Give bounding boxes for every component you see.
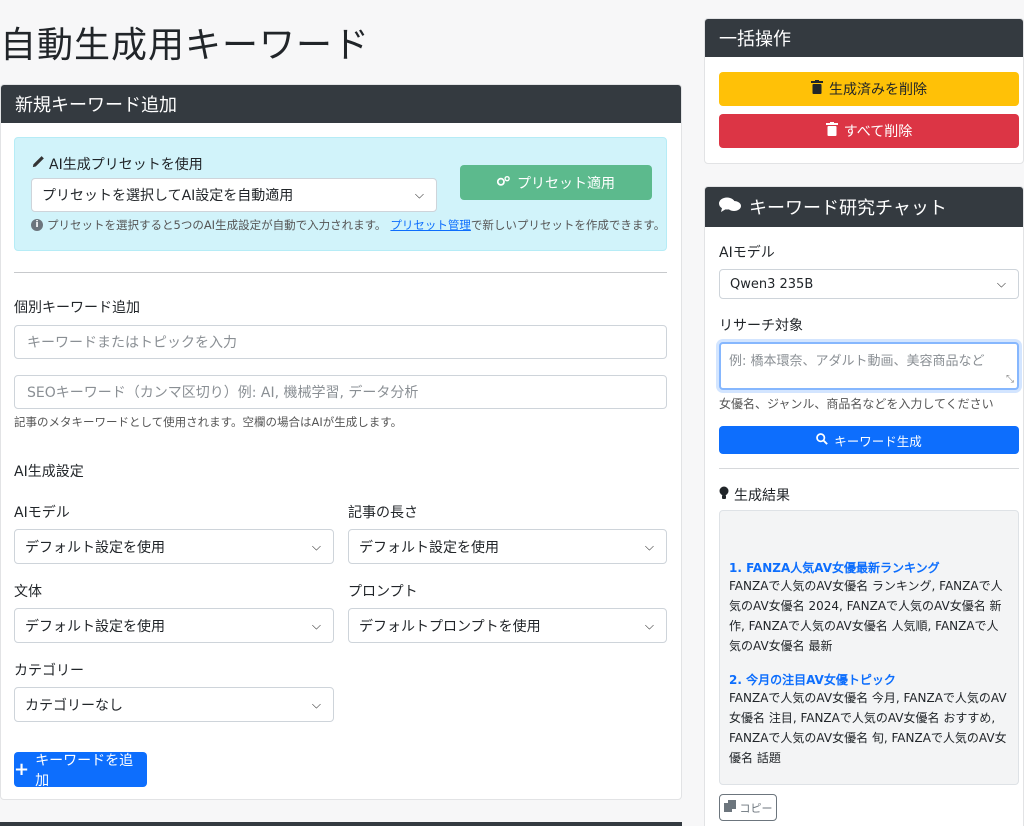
chat-model-label: AIモデル bbox=[719, 245, 775, 261]
copy-label: コピー bbox=[739, 801, 773, 815]
trash-icon bbox=[811, 80, 823, 98]
page-title: 自動生成用キーワード bbox=[0, 25, 371, 66]
preset-apply-button[interactable]: プリセット適用 bbox=[460, 165, 652, 200]
category-label: カテゴリー bbox=[14, 663, 84, 679]
plus-icon: + bbox=[14, 758, 30, 780]
chevron-down-icon: ⌵ bbox=[996, 276, 1006, 291]
new-keyword-card: 新規キーワード追加 AI生成プリセットを使用 プリセットを選択してAI設定を自動… bbox=[0, 84, 682, 800]
article-length-select[interactable]: デフォルト設定を使用 ⌵ bbox=[348, 529, 667, 564]
prompt-select[interactable]: デフォルトプロンプトを使用 ⌵ bbox=[348, 608, 667, 643]
writing-style-select[interactable]: デフォルト設定を使用 ⌵ bbox=[14, 608, 334, 643]
divider bbox=[14, 272, 667, 273]
research-target-textarea[interactable]: 例: 橋本環奈、アダルト動画、美容商品など ⤡ bbox=[719, 342, 1019, 390]
category-select-value: カテゴリーなし bbox=[25, 697, 123, 714]
delete-all-button[interactable]: すべて削除 bbox=[719, 114, 1019, 148]
result-title: 2. 今月の注目AV女優トピック bbox=[729, 673, 896, 687]
copy-icon bbox=[723, 800, 736, 815]
chevron-down-icon: ⌵ bbox=[311, 539, 321, 553]
research-target-help: 女優名、ジャンル、商品名などを入力してください bbox=[719, 397, 994, 411]
add-keyword-button[interactable]: + キーワードを追加 bbox=[14, 752, 147, 789]
divider bbox=[719, 468, 1019, 469]
generate-keywords-button[interactable]: キーワード生成 bbox=[719, 426, 1019, 454]
preset-note-text: プリセットを選択すると5つのAI生成設定が自動で入力されます。 bbox=[47, 218, 387, 232]
search-icon bbox=[816, 432, 829, 448]
chevron-down-icon: ⌵ bbox=[644, 539, 654, 553]
prompt-select-value: デフォルトプロンプトを使用 bbox=[359, 618, 541, 635]
preset-label-text: AI生成プリセットを使用 bbox=[49, 157, 203, 173]
individual-keyword-label: 個別キーワード追加 bbox=[14, 300, 140, 316]
result-item: 1. FANZA人気AV女優最新ランキング FANZAで人気のAV女優名 ランキ… bbox=[729, 559, 1009, 656]
copy-button[interactable]: コピー bbox=[719, 794, 777, 821]
gears-icon bbox=[496, 175, 511, 191]
preset-note: i プリセットを選択すると5つのAI生成設定が自動で入力されます。 プリセット管… bbox=[31, 217, 665, 233]
info-icon: i bbox=[31, 219, 43, 231]
ai-model-label: AIモデル bbox=[14, 505, 70, 521]
preset-apply-label: プリセット適用 bbox=[517, 175, 615, 192]
comments-icon bbox=[719, 197, 741, 218]
chevron-down-icon: ⌵ bbox=[644, 618, 654, 632]
ai-model-select-value: デフォルト設定を使用 bbox=[25, 539, 165, 556]
prompt-label: プロンプト bbox=[348, 584, 418, 600]
writing-style-select-value: デフォルト設定を使用 bbox=[25, 618, 165, 635]
result-item: 2. 今月の注目AV女優トピック FANZAで人気のAV女優名 今月, FANZ… bbox=[729, 671, 1009, 768]
delete-generated-button[interactable]: 生成済みを削除 bbox=[719, 72, 1019, 106]
keyword-input[interactable]: キーワードまたはトピックを入力 bbox=[14, 325, 667, 359]
seo-keyword-input[interactable]: SEOキーワード（カンマ区切り）例: AI, 機械学習, データ分析 bbox=[14, 375, 667, 409]
chevron-down-icon: ⌵ bbox=[414, 187, 424, 202]
chat-header: キーワード研究チャット bbox=[705, 187, 1023, 227]
preset-panel: AI生成プリセットを使用 プリセットを選択してAI設定を自動適用 ⌵ プリセット… bbox=[14, 137, 667, 251]
chat-model-select-value: Qwen3 235B bbox=[730, 276, 814, 292]
results-box: 1. FANZA人気AV女優最新ランキング FANZAで人気のAV女優名 ランキ… bbox=[719, 510, 1019, 785]
generate-keywords-label: キーワード生成 bbox=[834, 433, 922, 449]
bulk-operations-card: 一括操作 生成済みを削除 すべて削除 bbox=[704, 18, 1024, 164]
chevron-down-icon: ⌵ bbox=[311, 697, 321, 711]
lightbulb-icon bbox=[719, 486, 729, 504]
ai-model-select[interactable]: デフォルト設定を使用 ⌵ bbox=[14, 529, 334, 564]
research-target-placeholder: 例: 橋本環奈、アダルト動画、美容商品など bbox=[729, 354, 985, 369]
keyword-research-chat-card: キーワード研究チャット AIモデル Qwen3 235B ⌵ リサーチ対象 例:… bbox=[704, 186, 1024, 826]
writing-style-label: 文体 bbox=[14, 584, 42, 600]
chevron-down-icon: ⌵ bbox=[311, 618, 321, 632]
bulk-operations-header: 一括操作 bbox=[705, 19, 1023, 57]
delete-all-label: すべて削除 bbox=[843, 124, 913, 140]
result-body: FANZAで人気のAV女優名 ランキング, FANZAで人気のAV女優名 202… bbox=[729, 579, 1003, 653]
seo-keyword-help: 記事のメタキーワードとして使用されます。空欄の場合はAIが生成します。 bbox=[14, 415, 403, 429]
category-select[interactable]: カテゴリーなし ⌵ bbox=[14, 687, 334, 722]
results-label: 生成結果 bbox=[719, 485, 790, 505]
ai-settings-heading: AI生成設定 bbox=[14, 464, 84, 480]
result-body: FANZAで人気のAV女優名 今月, FANZAで人気のAV女優名 注目, FA… bbox=[729, 691, 1007, 765]
result-title: 1. FANZA人気AV女優最新ランキング bbox=[729, 561, 940, 575]
results-label-text: 生成結果 bbox=[734, 488, 790, 504]
article-length-label: 記事の長さ bbox=[348, 505, 418, 521]
pencil-icon bbox=[31, 155, 45, 173]
preset-select-value: プリセットを選択してAI設定を自動適用 bbox=[42, 188, 294, 204]
resize-handle-icon[interactable]: ⤡ bbox=[1006, 374, 1014, 385]
add-keyword-label: キーワードを追加 bbox=[35, 752, 134, 789]
preset-note-suffix: で新しいプリセットを作成できます。 bbox=[470, 218, 666, 232]
chat-header-title: キーワード研究チャット bbox=[749, 198, 947, 219]
next-card-header bbox=[0, 822, 682, 826]
new-keyword-card-header: 新規キーワード追加 bbox=[1, 85, 681, 123]
preset-select[interactable]: プリセットを選択してAI設定を自動適用 ⌵ bbox=[31, 178, 437, 212]
chat-model-select[interactable]: Qwen3 235B ⌵ bbox=[719, 269, 1019, 299]
trash-icon bbox=[825, 122, 838, 140]
article-length-select-value: デフォルト設定を使用 bbox=[359, 539, 499, 556]
research-target-label: リサーチ対象 bbox=[719, 318, 803, 334]
preset-manage-link[interactable]: プリセット管理 bbox=[390, 217, 471, 233]
delete-generated-label: 生成済みを削除 bbox=[829, 82, 927, 98]
preset-label: AI生成プリセットを使用 bbox=[31, 154, 203, 174]
